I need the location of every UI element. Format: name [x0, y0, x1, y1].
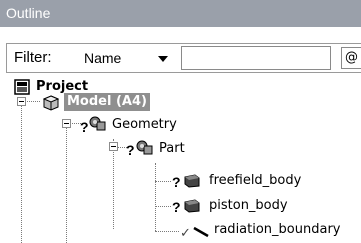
filter-extra-glyph: @	[345, 50, 358, 65]
status-check-icon: ✓	[180, 225, 191, 240]
filter-type-dropdown[interactable]: Name	[78, 46, 174, 70]
collapse-toggle-icon[interactable]	[62, 119, 71, 128]
status-question-icon: ?	[172, 199, 181, 215]
tree-guide-line	[66, 119, 67, 243]
geometry-icon	[89, 116, 106, 131]
outline-panel: Outline Filter: Name @ Project Model (A4…	[0, 0, 361, 243]
tree-guide-line	[113, 139, 114, 229]
part-icon	[136, 140, 153, 155]
tree-node-label: Project	[36, 79, 89, 94]
panel-title: Outline	[0, 0, 361, 27]
collapse-toggle-icon[interactable]	[109, 142, 118, 151]
filter-bar: Filter: Name @	[0, 43, 361, 75]
tree-node-label: freefield_body	[209, 173, 302, 188]
filter-label: Filter:	[14, 49, 52, 66]
status-question-icon: ?	[172, 174, 181, 190]
status-question-icon: ?	[80, 119, 89, 135]
status-question-icon: ?	[126, 142, 135, 158]
body-icon	[184, 199, 200, 213]
body-icon	[184, 174, 200, 188]
tree-node-label: Model (A4)	[64, 93, 150, 111]
tree-guide-line	[155, 181, 171, 182]
chevron-down-icon[interactable]	[158, 56, 168, 62]
tree-node-label: radiation_boundary	[214, 222, 341, 237]
tree-node-label: piston_body	[209, 198, 288, 213]
boundary-icon	[193, 226, 209, 238]
tree-guide-line	[155, 163, 156, 231]
tree-node-label: Geometry	[112, 117, 177, 132]
tree-guide-line	[21, 97, 22, 243]
collapse-toggle-icon[interactable]	[17, 97, 26, 106]
filter-input[interactable]	[181, 46, 331, 70]
project-icon	[14, 79, 30, 95]
filter-type-value: Name	[84, 50, 122, 66]
tree-guide-line	[155, 231, 179, 232]
tree-node-label: Part	[159, 141, 185, 156]
outline-tree: Project Model (A4) ? Geometry ? Part ? f…	[0, 75, 361, 243]
filter-extra-button[interactable]: @	[341, 47, 361, 69]
tree-guide-line	[155, 206, 171, 207]
model-icon	[43, 95, 59, 111]
